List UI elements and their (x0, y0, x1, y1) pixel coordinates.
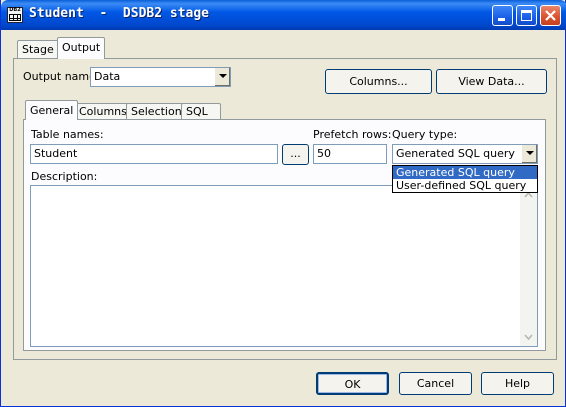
cancel-button[interactable]: Cancel (399, 372, 472, 395)
tab-columns[interactable]: Columns (74, 103, 132, 120)
title-bar[interactable]: DB2 Student - DSDB2 stage (1, 0, 566, 30)
prefetch-rows-value: 50 (317, 147, 331, 160)
dropdown-option-user-defined[interactable]: User-defined SQL query (393, 179, 537, 192)
scroll-down-icon (524, 334, 533, 341)
tab-general-label: General (30, 104, 74, 117)
table-names-label: Table names: (31, 128, 104, 141)
tab-columns-label: Columns (79, 105, 127, 118)
tab-stage-label: Stage (22, 43, 54, 56)
prefetch-rows-field[interactable]: 50 (313, 144, 387, 164)
browse-button[interactable]: ... (282, 144, 309, 165)
tab-output[interactable]: Output (57, 37, 106, 59)
dialog-window: DB2 Student - DSDB2 stage Stage Output O… (0, 0, 566, 407)
window-title: Student - DSDB2 stage (29, 6, 210, 21)
close-button[interactable] (540, 5, 561, 26)
tab-selection-label: Selection (131, 105, 182, 118)
help-button[interactable]: Help (481, 372, 554, 395)
description-scrollbar[interactable] (520, 186, 537, 346)
columns-button[interactable]: Columns... (325, 69, 432, 94)
ok-button[interactable]: OK (316, 372, 389, 395)
description-label: Description: (31, 170, 98, 183)
maximize-icon (521, 10, 532, 21)
chevron-down-icon[interactable] (521, 145, 537, 163)
tab-sql[interactable]: SQL (181, 103, 221, 120)
table-names-field[interactable]: Student (30, 144, 278, 164)
view-data-button[interactable]: View Data... (436, 69, 547, 94)
prefetch-rows-label: Prefetch rows: (313, 128, 392, 141)
maximize-button[interactable] (516, 5, 537, 26)
tab-selection[interactable]: Selection (126, 103, 187, 120)
query-type-value: Generated SQL query (396, 147, 515, 160)
dropdown-option-generated[interactable]: Generated SQL query (393, 166, 537, 179)
tab-output-label: Output (62, 41, 101, 54)
close-icon (545, 10, 556, 21)
tab-sql-label: SQL (186, 105, 208, 118)
query-type-label: Query type: (392, 128, 458, 141)
output-name-value: Data (94, 70, 121, 83)
app-icon-label: DB2 (9, 7, 21, 13)
tab-stage[interactable]: Stage (17, 40, 59, 58)
query-type-select[interactable]: Generated SQL query (392, 144, 538, 164)
chevron-down-icon[interactable] (214, 68, 230, 86)
query-type-dropdown-list[interactable]: Generated SQL query User-defined SQL que… (392, 165, 538, 193)
tab-general[interactable]: General (25, 100, 79, 120)
table-names-value: Student (34, 147, 78, 160)
db2-table-icon: DB2 (7, 7, 23, 23)
minimize-icon (498, 18, 505, 21)
output-name-select[interactable]: Data (90, 67, 231, 87)
minimize-button[interactable] (492, 5, 513, 26)
output-name-label: Output name: (23, 70, 100, 83)
description-textarea[interactable] (30, 185, 538, 347)
